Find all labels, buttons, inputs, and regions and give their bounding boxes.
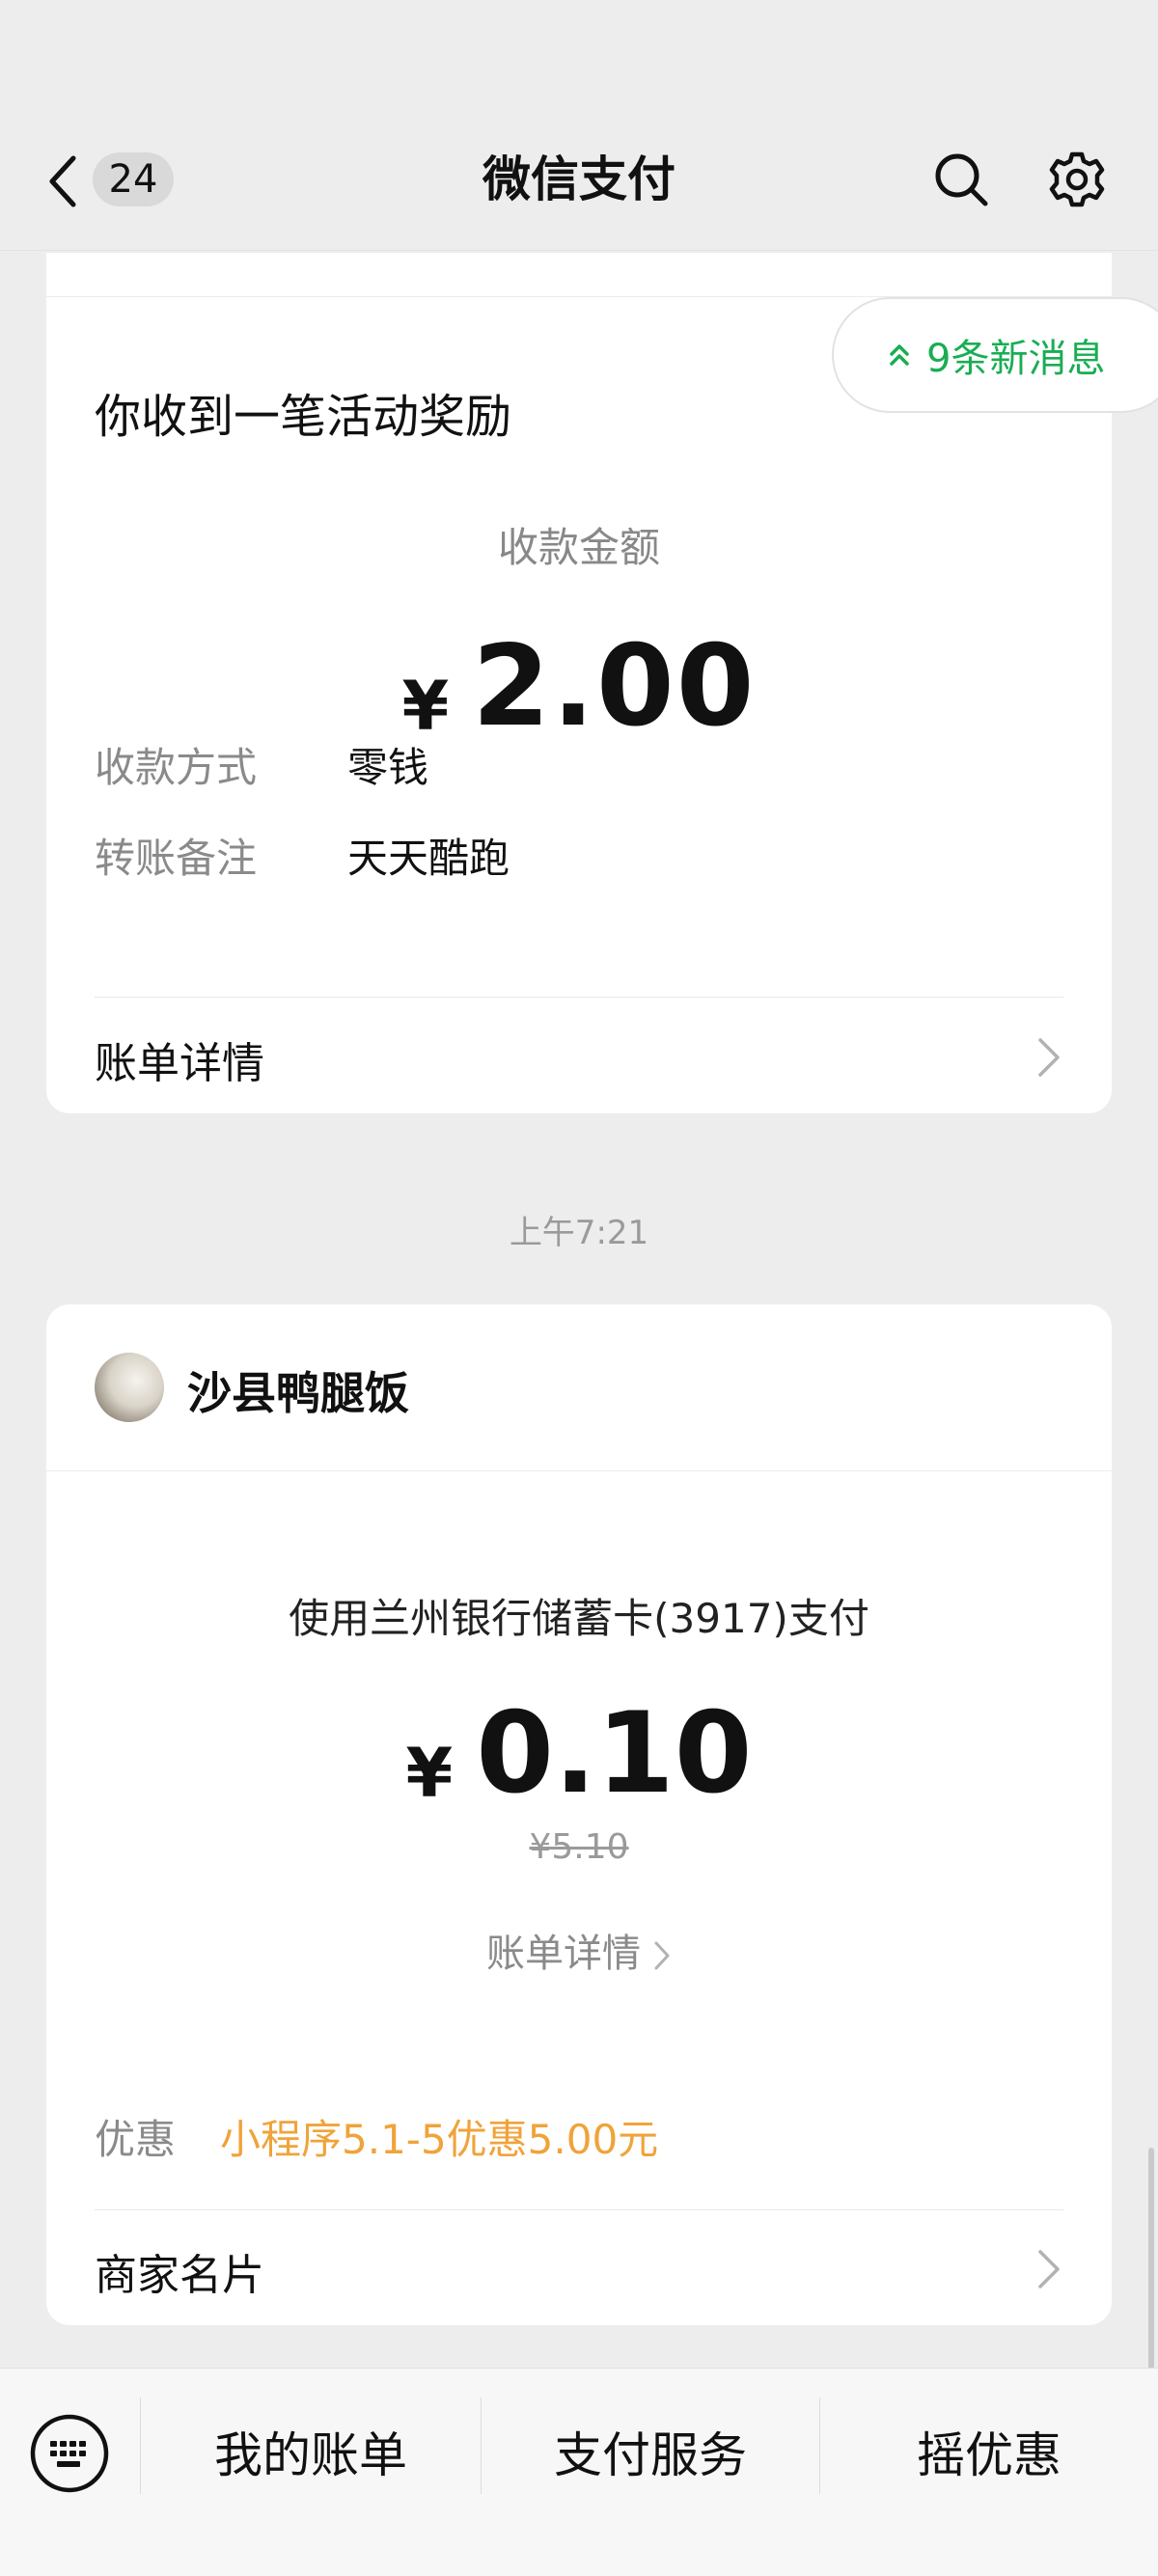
divider bbox=[95, 997, 1063, 998]
card-title: 你收到一笔活动奖励 bbox=[95, 390, 512, 444]
new-messages-button[interactable]: 9条新消息 bbox=[832, 297, 1158, 413]
discount-key: 优惠 bbox=[95, 2116, 177, 2163]
row-value: 天天酷跑 bbox=[347, 835, 510, 882]
discount-value: 小程序5.1-5优惠5.00元 bbox=[220, 2116, 659, 2163]
amount-label: 收款金额 bbox=[497, 524, 660, 571]
bill-details-label: 账单详情 bbox=[486, 1932, 641, 1976]
wechat-pay-chat-page: 24 微信支付 你收到一笔活动奖励 收款金额 ¥ 2.00 收款方式 零钱 转账… bbox=[0, 0, 1158, 2576]
amount-value: 2.00 bbox=[472, 621, 757, 752]
chevron-right-icon bbox=[1038, 1038, 1060, 1077]
chevron-right-icon bbox=[654, 1941, 670, 1970]
payment-services-tab[interactable]: 支付服务 bbox=[482, 2407, 819, 2504]
currency-symbol: ¥ bbox=[405, 1734, 454, 1813]
payment-method-text: 使用兰州银行储蓄卡(3917)支付 bbox=[289, 1595, 869, 1642]
merchant-name[interactable]: 沙县鸭腿饭 bbox=[187, 1358, 409, 1422]
top-nav-bar: 24 微信支付 bbox=[0, 0, 1158, 251]
discount-row: 优惠 小程序5.1-5优惠5.00元 bbox=[95, 2107, 658, 2166]
chevron-right-icon bbox=[1038, 2250, 1060, 2288]
payment-method-row: 收款方式 零钱 bbox=[95, 735, 428, 794]
keyboard-toggle-button[interactable] bbox=[29, 2413, 110, 2494]
message-timestamp: 上午7:21 bbox=[509, 1214, 649, 1252]
bottom-menu-bar: 我的账单 支付服务 摇优惠 bbox=[0, 2368, 1158, 2576]
bill-details-link[interactable]: 账单详情 bbox=[46, 1922, 1112, 1978]
search-button[interactable] bbox=[932, 151, 990, 208]
row-value: 零钱 bbox=[347, 744, 429, 791]
gear-icon bbox=[1049, 151, 1105, 207]
bill-details-link[interactable]: 账单详情 bbox=[95, 1028, 1063, 1088]
double-chevron-up-icon bbox=[890, 344, 909, 366]
amount-display: ¥ 0.10 bbox=[46, 1686, 1112, 1822]
row-key: 转账备注 bbox=[95, 835, 258, 882]
merchant-card-label: 商家名片 bbox=[95, 2251, 264, 2300]
new-messages-label: 9条新消息 bbox=[926, 337, 1106, 381]
payment-card[interactable]: 沙县鸭腿饭 使用兰州银行储蓄卡(3917)支付 ¥ 0.10 ¥5.10 账单详… bbox=[46, 1304, 1112, 2325]
divider bbox=[46, 1470, 1112, 1471]
settings-button[interactable] bbox=[1048, 151, 1106, 208]
amount-display: ¥ 2.00 bbox=[46, 619, 1112, 754]
original-price: ¥5.10 bbox=[529, 1827, 629, 1867]
shake-deals-tab[interactable]: 摇优惠 bbox=[820, 2407, 1158, 2504]
search-icon bbox=[935, 153, 988, 206]
transfer-note-row: 转账备注 天天酷跑 bbox=[95, 826, 510, 885]
row-key: 收款方式 bbox=[95, 744, 258, 791]
bill-details-label: 账单详情 bbox=[95, 1039, 264, 1088]
amount-value: 0.10 bbox=[476, 1688, 753, 1819]
divider bbox=[95, 2209, 1063, 2210]
my-bills-tab[interactable]: 我的账单 bbox=[141, 2407, 481, 2504]
scrollbar[interactable] bbox=[1148, 2148, 1154, 2370]
merchant-card-link[interactable]: 商家名片 bbox=[95, 2240, 1063, 2300]
avatar[interactable] bbox=[95, 1353, 164, 1422]
keyboard-icon bbox=[30, 2414, 109, 2493]
